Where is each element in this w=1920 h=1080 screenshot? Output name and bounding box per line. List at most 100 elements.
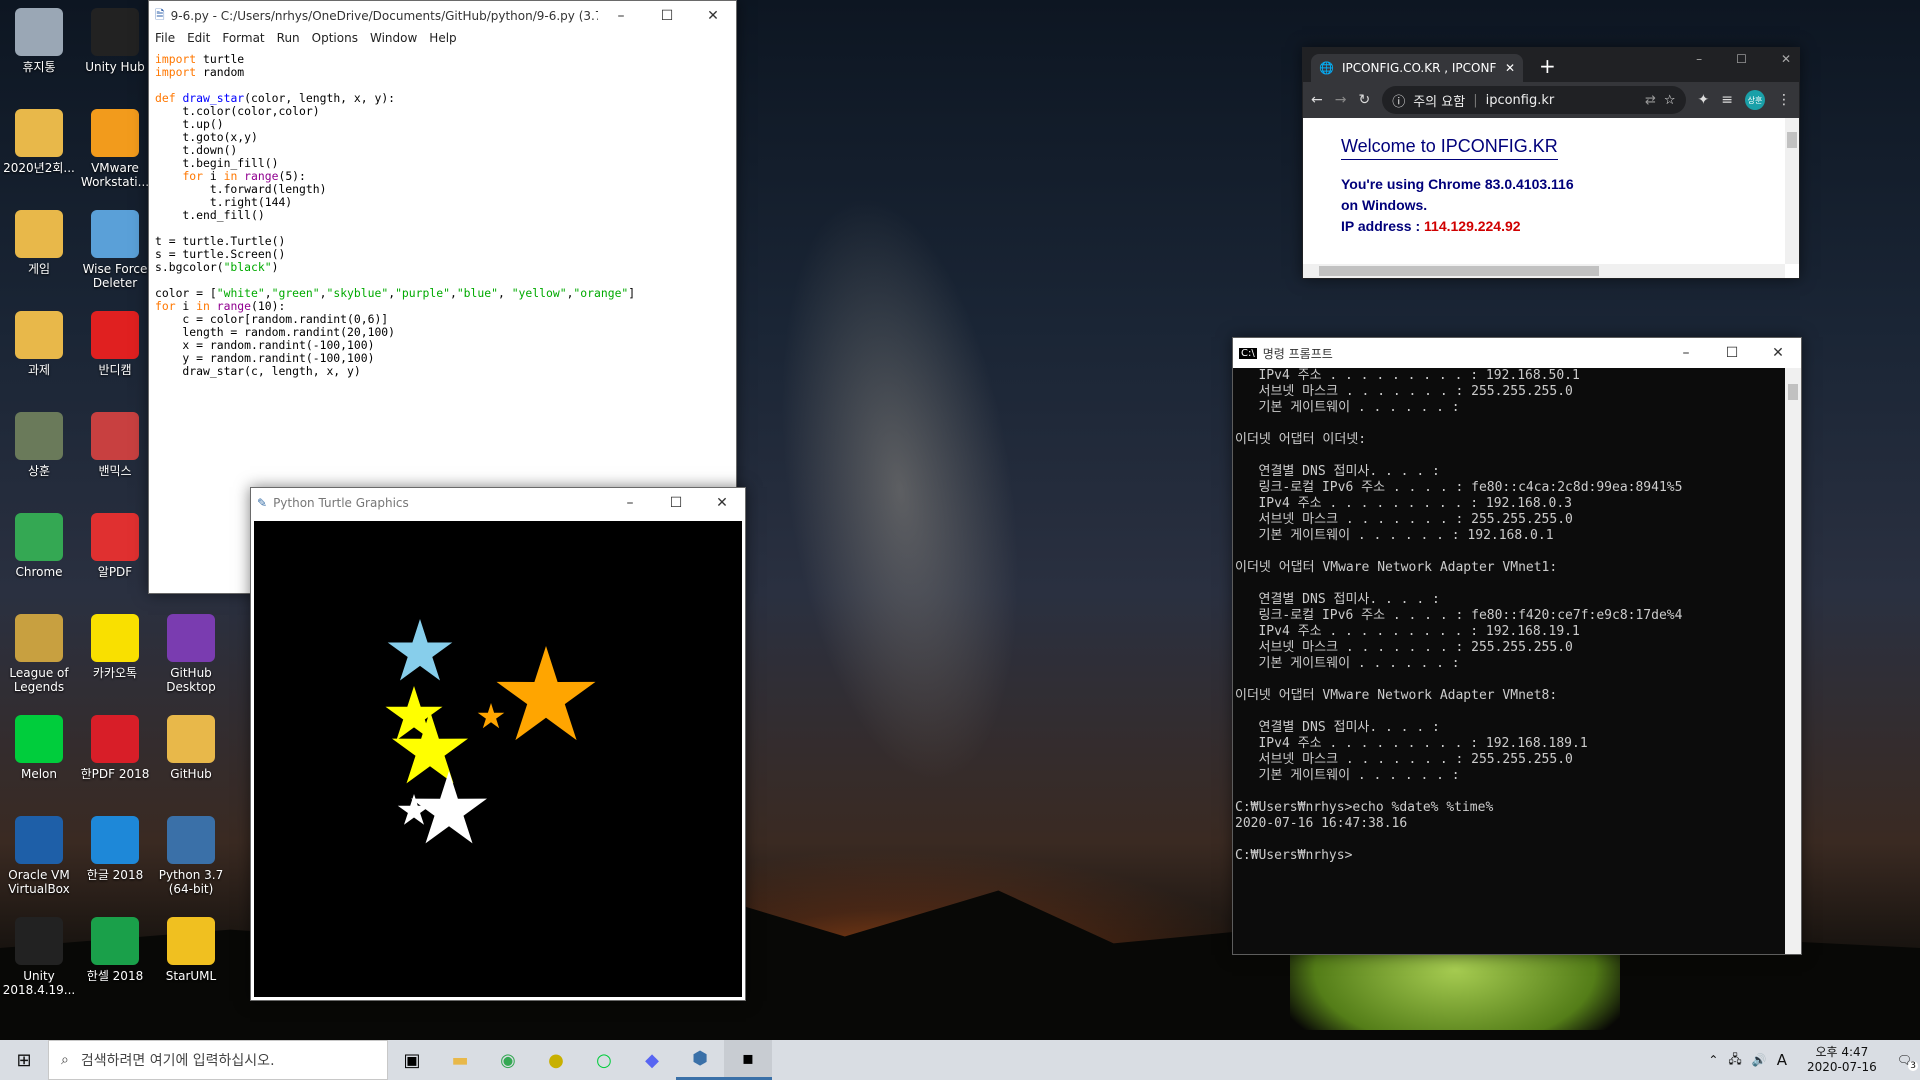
menu-help[interactable]: Help <box>429 31 456 49</box>
kakaotalk-taskbar-icon[interactable]: ● <box>532 1040 580 1080</box>
cmd-title: 명령 프롬프트 <box>1262 346 1333 361</box>
menu-icon[interactable]: ⋮ <box>1777 92 1791 108</box>
translate-icon[interactable]: ⇄ <box>1645 93 1656 108</box>
start-windows-icon[interactable]: ⊞ <box>0 1040 48 1080</box>
cmd-title-bar[interactable]: C:\ 명령 프롬프트 – ☐ ✕ <box>1233 338 1801 368</box>
minimize-button[interactable]: – <box>1696 52 1702 66</box>
close-button[interactable]: ✕ <box>1755 345 1801 361</box>
chevron-up-icon[interactable]: ⌃ <box>1708 1053 1718 1067</box>
desktop-icon-kakaotalk[interactable]: 카카오톡 <box>76 614 154 680</box>
media-icon[interactable]: ≡ <box>1721 92 1733 108</box>
close-button[interactable]: ✕ <box>690 8 736 24</box>
desktop-icon-folder[interactable]: 2020년2회... <box>0 109 78 175</box>
star-white <box>397 794 431 825</box>
turtle-canvas[interactable] <box>254 521 742 997</box>
desktop-icon-hancell[interactable]: 한셀 2018 <box>76 917 154 983</box>
idle-title-bar[interactable]: 🗎 9-6.py - C:/Users/nrhys/OneDrive/Docum… <box>149 1 736 31</box>
maximize-button[interactable]: ☐ <box>644 8 690 24</box>
discord-taskbar-icon[interactable]: ◆ <box>628 1040 676 1080</box>
close-button[interactable]: ✕ <box>1781 52 1791 66</box>
melon-icon <box>15 715 63 763</box>
star-icon[interactable]: ☆ <box>1664 93 1676 108</box>
menu-options[interactable]: Options <box>312 31 358 49</box>
maximize-button[interactable]: ☐ <box>1709 345 1755 361</box>
chrome-taskbar-icon[interactable]: ◉ <box>484 1040 532 1080</box>
maximize-button[interactable]: ☐ <box>653 495 699 511</box>
feather-icon: ✎ <box>257 496 268 510</box>
star-drawing <box>385 619 596 844</box>
clock[interactable]: 오후 4:47 2020-07-16 <box>1797 1045 1887 1075</box>
desktop-icon-python[interactable]: Python 3.7 (64-bit) <box>152 816 230 896</box>
desktop-icon-label: 알PDF <box>97 565 133 579</box>
command-prompt-window[interactable]: C:\ 명령 프롬프트 – ☐ ✕ IPv4 주소 . . . . . . . … <box>1232 337 1802 955</box>
close-button[interactable]: ✕ <box>699 495 745 511</box>
desktop-icon-virtualbox[interactable]: Oracle VM VirtualBox <box>0 816 78 896</box>
desktop-icon-label: 반디캠 <box>98 363 132 377</box>
cmd-taskbar-icon[interactable]: ▪ <box>724 1040 772 1080</box>
profile-avatar[interactable]: 상훈 <box>1745 90 1765 110</box>
desktop-icon-melon[interactable]: Melon <box>0 715 78 781</box>
vertical-scrollbar[interactable] <box>1785 118 1799 264</box>
turtle-title-bar[interactable]: ✎ Python Turtle Graphics – ☐ ✕ <box>251 488 745 518</box>
ip-value: 114.129.224.92 <box>1424 218 1521 234</box>
forward-icon[interactable]: → <box>1335 92 1347 108</box>
minimize-button[interactable]: – <box>607 495 653 511</box>
desktop-icon-hangul[interactable]: 한글 2018 <box>76 816 154 882</box>
desktop-icon-recycle-bin[interactable]: 휴지통 <box>0 8 78 74</box>
desktop-icon-folder[interactable]: 과제 <box>0 311 78 377</box>
maximize-button[interactable]: ☐ <box>1736 52 1747 66</box>
chrome-browser-window[interactable]: 🌐 IPCONFIG.CO.KR , IPCONFIG.KR ✕ + – ☐ ✕… <box>1302 47 1800 279</box>
desktop-icon-folder[interactable]: 게임 <box>0 210 78 276</box>
desktop-icon-vmware[interactable]: VMware Workstati... <box>76 109 154 189</box>
search-box[interactable]: ⌕ 검색하려면 여기에 입력하십시오. <box>48 1040 388 1080</box>
desktop-icon-unity[interactable]: Unity 2018.4.19... <box>0 917 78 997</box>
desktop-icon-github-desktop[interactable]: GitHub Desktop <box>152 614 230 694</box>
extensions-icon[interactable]: ✦ <box>1698 92 1710 108</box>
new-tab-button[interactable]: + <box>1539 54 1556 78</box>
desktop-icon-vanmix[interactable]: 밴믹스 <box>76 412 154 478</box>
desktop-icon-label: Melon <box>20 767 58 781</box>
notification-icon[interactable]: 🗨 3 <box>1897 1053 1918 1071</box>
chrome-icon <box>15 513 63 561</box>
desktop-icon-league-of-legends[interactable]: League of Legends <box>0 614 78 694</box>
search-icon: ⌕ <box>61 1052 69 1068</box>
menu-run[interactable]: Run <box>277 31 300 49</box>
ime-indicator[interactable]: A <box>1777 1051 1787 1069</box>
unity-icon <box>15 917 63 965</box>
network-icon[interactable]: 🖧 <box>1728 1050 1741 1071</box>
desktop-icon-unity-hub[interactable]: Unity Hub <box>76 8 154 74</box>
desktop-icon-bandicam[interactable]: 반디캠 <box>76 311 154 377</box>
minimize-button[interactable]: – <box>1663 345 1709 361</box>
minimize-button[interactable]: – <box>598 8 644 24</box>
task-view-icon[interactable]: ▣ <box>388 1040 436 1080</box>
address-bar[interactable]: ⓘ 주의 요함 | ipconfig.kr ⇄ ☆ <box>1382 86 1686 114</box>
horizontal-scrollbar[interactable] <box>1303 264 1785 278</box>
console-output[interactable]: IPv4 주소 . . . . . . . . . : 192.168.50.1… <box>1233 368 1785 954</box>
menu-file[interactable]: File <box>155 31 175 49</box>
desktop-icon-hanpdf[interactable]: 한PDF 2018 <box>76 715 154 781</box>
desktop-icon-label: StarUML <box>165 969 217 983</box>
browser-tab[interactable]: 🌐 IPCONFIG.CO.KR , IPCONFIG.KR ✕ <box>1311 54 1523 82</box>
melon-taskbar-icon[interactable]: ○ <box>580 1040 628 1080</box>
desktop-icon-folder[interactable]: GitHub <box>152 715 230 781</box>
volume-icon[interactable]: 🔊 <box>1752 1053 1767 1067</box>
back-icon[interactable]: ← <box>1311 92 1323 108</box>
menu-window[interactable]: Window <box>370 31 417 49</box>
file-explorer-icon[interactable]: ▬ <box>436 1040 484 1080</box>
desktop-icon-user-photo[interactable]: 상훈 <box>0 412 78 478</box>
reload-icon[interactable]: ↻ <box>1358 92 1370 108</box>
python-taskbar-icon[interactable]: ⬢ <box>676 1040 724 1080</box>
code-editor[interactable]: import turtle import random def draw_sta… <box>155 53 635 378</box>
desktop-icon-alpdf[interactable]: 알PDF <box>76 513 154 579</box>
github-desktop-icon <box>167 614 215 662</box>
turtle-graphics-window[interactable]: ✎ Python Turtle Graphics – ☐ ✕ <box>250 487 746 1001</box>
desktop-icon-wise-force-deleter[interactable]: Wise Force Deleter <box>76 210 154 290</box>
vertical-scrollbar[interactable] <box>1785 368 1801 954</box>
menu-edit[interactable]: Edit <box>187 31 210 49</box>
close-tab-icon[interactable]: ✕ <box>1505 61 1515 75</box>
hanpdf-icon <box>91 715 139 763</box>
menu-format[interactable]: Format <box>222 31 264 49</box>
info-icon: ⓘ <box>1392 94 1406 110</box>
desktop-icon-staruml[interactable]: StarUML <box>152 917 230 983</box>
desktop-icon-chrome[interactable]: Chrome <box>0 513 78 579</box>
